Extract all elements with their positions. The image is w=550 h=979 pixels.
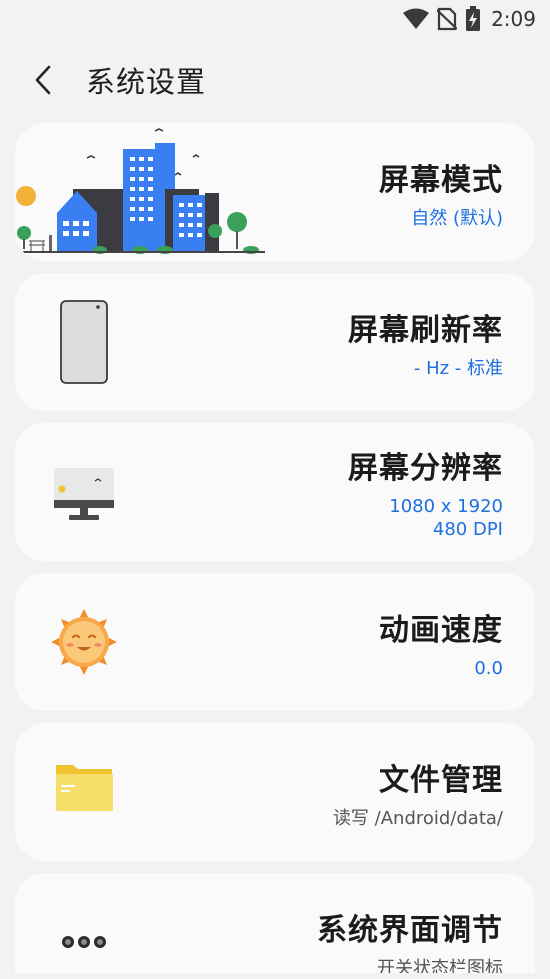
file-management-text: 文件管理 读写 /Android/data/ <box>333 723 503 861</box>
battery-charging-icon <box>465 6 481 32</box>
no-sim-icon <box>437 7 458 31</box>
item-title: 系统界面调节 <box>317 912 503 948</box>
phone-icon <box>60 300 108 384</box>
animation-speed-card[interactable]: 动画速度 0.0 <box>15 573 535 711</box>
system-ui-card[interactable]: 系统界面调节 开关状态栏图标 <box>15 873 535 973</box>
chevron-left-icon <box>35 65 51 95</box>
status-time: 2:09 <box>491 7 536 31</box>
sun-face-icon <box>51 609 117 675</box>
wifi-icon <box>403 8 430 30</box>
item-subtitle: 0.0 <box>474 657 503 679</box>
item-title: 文件管理 <box>379 762 503 798</box>
refresh-rate-text: 屏幕刷新率 - Hz - 标准 <box>348 273 503 411</box>
screen-mode-text: 屏幕模式 自然 (默认) <box>379 123 503 261</box>
item-subtitle: 开关状态栏图标 <box>377 957 503 974</box>
item-subtitle: 1080 x 1920 480 DPI <box>389 495 503 541</box>
system-ui-text: 系统界面调节 开关状态栏图标 <box>317 873 503 974</box>
settings-list: 屏幕模式 自然 (默认) 屏幕刷新率 - Hz - 标准 屏幕分辨率 1080 … <box>15 123 535 979</box>
resolution-value: 1080 x 1920 <box>389 496 503 517</box>
app-bar: 系统设置 <box>0 50 550 110</box>
screen-mode-card[interactable]: 屏幕模式 自然 (默认) <box>15 123 535 261</box>
animation-speed-text: 动画速度 0.0 <box>379 573 503 711</box>
item-title: 屏幕分辨率 <box>348 451 503 486</box>
item-title: 屏幕刷新率 <box>348 312 503 348</box>
item-title: 屏幕模式 <box>379 162 503 198</box>
resolution-card[interactable]: 屏幕分辨率 1080 x 1920 480 DPI <box>15 423 535 561</box>
page-title: 系统设置 <box>86 65 207 99</box>
resolution-text: 屏幕分辨率 1080 x 1920 480 DPI <box>348 423 503 561</box>
item-subtitle: 自然 (默认) <box>411 207 503 229</box>
file-management-card[interactable]: 文件管理 读写 /Android/data/ <box>15 723 535 861</box>
dpi-value: 480 DPI <box>432 519 503 540</box>
folder-icon <box>56 765 113 811</box>
refresh-rate-card[interactable]: 屏幕刷新率 - Hz - 标准 <box>15 273 535 411</box>
item-subtitle: 读写 /Android/data/ <box>332 807 503 829</box>
back-button[interactable] <box>18 55 68 105</box>
item-subtitle: - Hz - 标准 <box>413 357 503 379</box>
monitor-icon <box>54 468 114 520</box>
more-dots-icon <box>62 936 106 948</box>
item-title: 动画速度 <box>379 612 503 648</box>
status-bar: 2:09 <box>0 0 550 38</box>
city-illustration-icon <box>15 128 265 254</box>
